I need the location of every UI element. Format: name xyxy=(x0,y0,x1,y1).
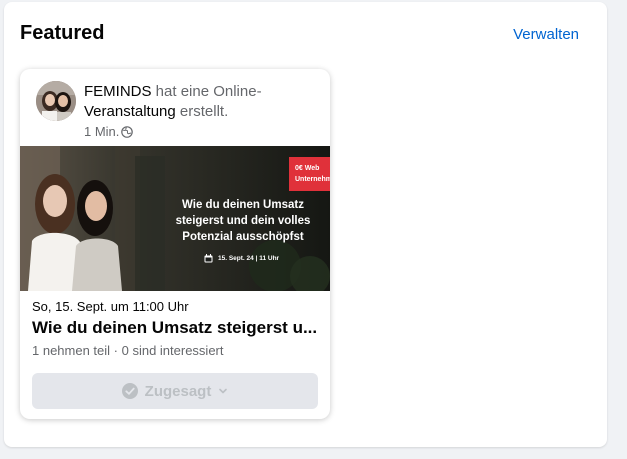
event-title[interactable]: Wie du deinen Umsatz steigerst u... xyxy=(32,318,322,338)
rsvp-label: Zugesagt xyxy=(144,382,212,400)
cover-date: 15. Sept. 24 | 11 Uhr xyxy=(204,254,279,263)
featured-post-card[interactable]: FEMINDS hat eine Online- Veranstaltung e… xyxy=(20,69,330,419)
cover-headline: Wie du deinen Umsatz steigerst und dein … xyxy=(168,197,318,245)
cover-date-text: 15. Sept. 24 | 11 Uhr xyxy=(218,255,280,262)
check-circle-icon xyxy=(121,383,138,399)
action-prefix: hat eine Online- xyxy=(155,83,262,100)
event-cover-image[interactable]: 0€ Web Unternehm Wie du deinen Umsatz st… xyxy=(20,146,330,291)
manage-link[interactable]: Verwalten xyxy=(513,26,579,43)
post-header-text: FEMINDS hat eine Online- Veranstaltung e… xyxy=(84,82,314,122)
avatar[interactable] xyxy=(36,81,76,121)
chevron-down-icon xyxy=(219,388,228,394)
calendar-icon xyxy=(204,254,213,263)
action-suffix: erstellt. xyxy=(179,103,229,120)
cover-headline-line2: steigerst und dein volles xyxy=(175,215,311,227)
author-name[interactable]: FEMINDS xyxy=(84,83,152,100)
avatar-photo xyxy=(36,81,76,121)
section-title: Featured xyxy=(20,22,105,44)
promo-banner: 0€ Web Unternehm xyxy=(289,157,330,191)
promo-banner-line2: Unternehm xyxy=(295,176,330,183)
event-link[interactable]: Veranstaltung xyxy=(84,103,176,120)
promo-banner-line1: 0€ Web xyxy=(295,165,320,172)
globe-icon xyxy=(121,125,134,138)
cover-headline-line1: Wie du deinen Umsatz xyxy=(182,199,304,211)
rsvp-going-button[interactable]: Zugesagt xyxy=(32,373,318,409)
cover-headline-line3: Potenzial ausschöpfst xyxy=(182,231,304,243)
event-date: So, 15. Sept. um 11:00 Uhr xyxy=(32,299,189,314)
post-meta: 1 Min. xyxy=(84,124,134,139)
post-time[interactable]: 1 Min. xyxy=(84,124,119,139)
featured-panel: Featured Verwalten FEMINDS hat eine Onli… xyxy=(4,2,607,447)
event-stats: 1 nehmen teil · 0 sind interessiert xyxy=(32,343,224,358)
